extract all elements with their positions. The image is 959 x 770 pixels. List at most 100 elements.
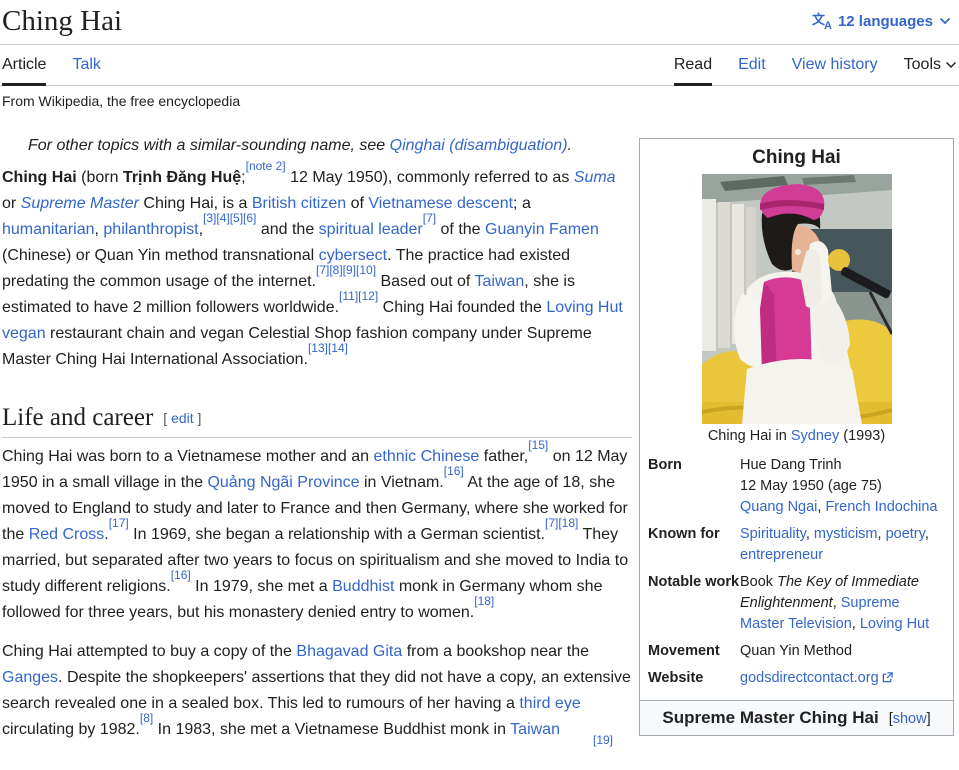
text: in Vietnam.	[359, 474, 444, 491]
wiki-link[interactable]: Vietnamese descent	[368, 195, 513, 212]
wiki-link[interactable]: philanthropist	[103, 221, 198, 238]
text: father,	[479, 448, 529, 465]
wiki-link[interactable]: French Indochina	[825, 499, 937, 515]
site-tagline: From Wikipedia, the free encyclopedia	[2, 93, 241, 109]
languages-button[interactable]: 文A 12 languages	[806, 12, 957, 32]
page-header: Ching Hai 文A 12 languages	[0, 0, 959, 45]
navbox-show-link[interactable]: show	[893, 711, 927, 727]
infobox-row-label: Movement	[648, 643, 720, 659]
tab-article[interactable]: Article	[2, 56, 47, 86]
tab-edit[interactable]: Edit	[738, 56, 766, 86]
wiki-link[interactable]: mysticism	[814, 526, 878, 542]
wiki-link[interactable]: third eye	[519, 695, 580, 712]
wiki-link[interactable]: ethnic Chinese	[373, 448, 479, 465]
wiki-link[interactable]: Bhagavad Gita	[296, 643, 402, 660]
infobox-row-value: godsdirectcontact.org	[740, 668, 945, 689]
text: restaurant chain and vegan Celestial Sho…	[2, 325, 592, 368]
text: Hue Dang Trinh	[740, 457, 842, 473]
infobox-row-value: Spirituality, mysticism, poetry, entrepr…	[740, 524, 945, 566]
wiki-link[interactable]: vegan	[2, 325, 46, 342]
section-heading-life-and-career: Life and career [ edit ]	[2, 403, 632, 438]
text: ,	[851, 616, 860, 632]
text: In 1983, she met a Vietnamese Buddhist m…	[153, 721, 511, 738]
hatnote: For other topics with a similar-sounding…	[2, 133, 632, 159]
reference-sup: [3][4][5][6]	[203, 211, 256, 225]
reference-link[interactable]: [7][18]	[545, 516, 578, 530]
reference-link[interactable]: [7]	[423, 211, 436, 225]
infobox-value-line: Quan Yin Method	[740, 641, 945, 662]
reference-link[interactable]: [7][8][9][10]	[316, 263, 376, 277]
section-title: Life and career	[2, 404, 154, 431]
wiki-link[interactable]: Taiwan	[510, 721, 560, 738]
wiki-link[interactable]: Sydney	[791, 428, 839, 444]
wiki-link[interactable]: Buddhist	[332, 578, 394, 595]
wiki-link[interactable]: Ganges	[2, 669, 58, 686]
reference-link[interactable]: [16]	[171, 568, 191, 582]
wiki-link[interactable]: cybersect	[319, 247, 387, 264]
cutoff-reference-link[interactable]: [19]	[593, 733, 613, 747]
wiki-link[interactable]: Supreme Master	[21, 195, 139, 212]
wiki-link[interactable]: Loving Hut	[860, 616, 929, 632]
text: ,	[877, 526, 886, 542]
reference-link[interactable]: [11][12]	[339, 289, 378, 303]
infobox-row-label: Known for	[648, 526, 720, 542]
infobox-value-line: Hue Dang Trinh	[740, 455, 945, 476]
wiki-link[interactable]: Loving Hut	[546, 299, 623, 316]
wiki-link[interactable]: British citizen	[252, 195, 346, 212]
tools-menu-button[interactable]: Tools	[904, 56, 957, 86]
text: ,	[924, 526, 929, 542]
wiki-link[interactable]: spiritual leader	[319, 221, 423, 238]
text: Ching Hai founded the	[378, 299, 547, 316]
page-title: Ching Hai	[2, 5, 123, 37]
wiki-link[interactable]: Quang Ngai	[740, 499, 817, 515]
wiki-link[interactable]: Qinghai (disambiguation)	[390, 137, 568, 154]
text: Ching Hai in	[707, 428, 791, 444]
edit-section-link[interactable]: edit	[171, 410, 194, 426]
infobox-row: Born Hue Dang Trinh 12 May 1950 (age 75) Qu…	[648, 455, 945, 518]
text: circulating by 1982.	[2, 721, 140, 738]
infobox-value-line: godsdirectcontact.org	[740, 668, 945, 689]
text: of the	[436, 221, 485, 238]
bracket: ]	[197, 410, 202, 426]
wiki-link[interactable]: entrepreneur	[740, 547, 823, 563]
reference-link[interactable]: [17]	[109, 516, 129, 530]
reference-link[interactable]: [19]	[593, 733, 613, 747]
reference-link[interactable]: [15]	[528, 438, 548, 452]
tab-read[interactable]: Read	[673, 56, 713, 86]
reference-sup: [16]	[171, 568, 191, 582]
bold-text: Trịnh Đăng Huệ	[122, 169, 242, 186]
wiki-link[interactable]: Suma	[574, 169, 616, 186]
reference-sup: [11][12]	[339, 289, 378, 303]
tab-view-history[interactable]: View history	[792, 56, 878, 86]
wiki-link[interactable]: Red Cross	[29, 526, 105, 543]
wiki-link[interactable]: Spirituality	[740, 526, 806, 542]
infobox-row-value: Quan Yin Method	[740, 641, 945, 662]
text: In 1979, she met a	[190, 578, 333, 595]
wiki-link[interactable]: godsdirectcontact.org	[740, 670, 879, 686]
tools-label: Tools	[903, 56, 941, 73]
infobox-row-value: Book The Key of Immediate Enlightenment,…	[740, 572, 945, 635]
wiki-link[interactable]: Taiwan	[474, 273, 524, 290]
tab-talk[interactable]: Talk	[72, 56, 100, 86]
infobox-portrait-image[interactable]	[701, 174, 892, 424]
reference-link[interactable]: [18]	[474, 594, 494, 608]
reference-link[interactable]: [note 2]	[246, 159, 286, 173]
reference-link[interactable]: [8]	[140, 711, 153, 725]
wiki-link[interactable]: Guanyin Famen	[485, 221, 599, 238]
wiki-link[interactable]: Quảng Ngãi Province	[207, 474, 359, 491]
infobox-person: Ching Hai Ching Hai in Sydney (1993) Bor…	[639, 138, 954, 705]
text: ; a	[513, 195, 531, 212]
lead-paragraph: Ching Hai (born Trịnh Đăng Huệ;[note 2] …	[2, 160, 632, 373]
reference-link[interactable]: [3][4][5][6]	[203, 211, 256, 225]
wiki-link[interactable]: humanitarian	[2, 221, 95, 238]
chevron-down-icon	[939, 17, 951, 25]
text: or	[2, 195, 21, 212]
edit-section: [ edit ]	[163, 410, 201, 426]
wiki-link[interactable]: poetry	[886, 526, 925, 542]
reference-link[interactable]: [13][14]	[308, 341, 348, 355]
left-tabs: Article Talk	[2, 56, 101, 86]
paragraph: Ching Hai attempted to buy a copy of the…	[2, 639, 632, 743]
reference-link[interactable]: [16]	[444, 464, 464, 478]
infobox-value-line: Quang Ngai, French Indochina	[740, 497, 945, 518]
language-icon: 文A	[811, 12, 832, 32]
